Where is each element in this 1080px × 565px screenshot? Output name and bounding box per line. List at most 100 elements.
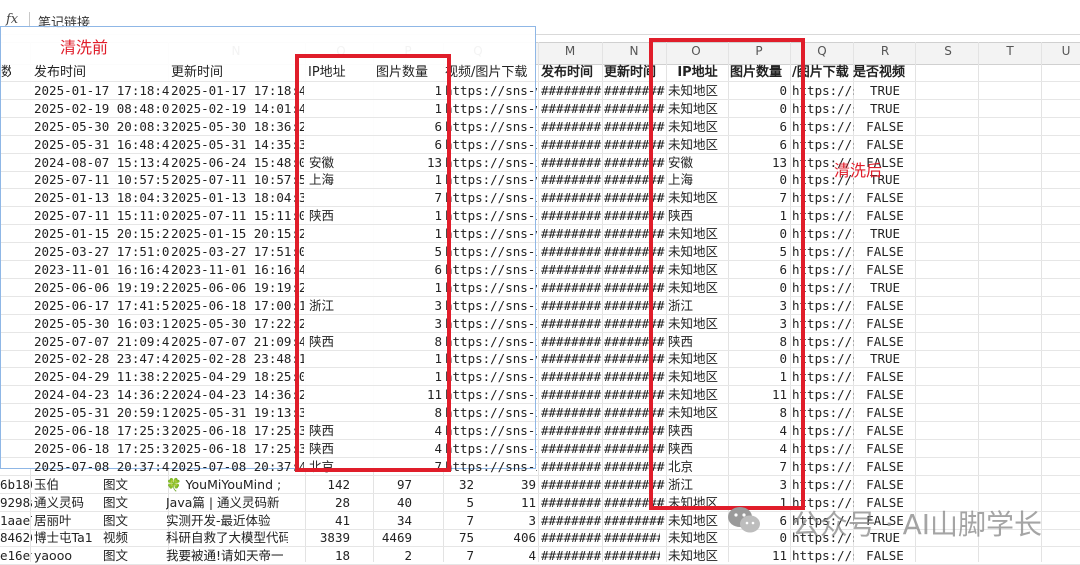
cell-comments[interactable]: 75: [414, 529, 474, 546]
cell-publish-time[interactable]: ########: [541, 368, 603, 385]
cell-publish-time[interactable]: ########: [541, 154, 603, 171]
cell-publish-time[interactable]: ########: [541, 494, 603, 511]
cell-user-id[interactable]: 1aae7b: [0, 512, 32, 529]
cell-comments[interactable]: 32: [414, 476, 474, 493]
cell-is-video[interactable]: TRUE: [855, 100, 915, 117]
cell-is-video[interactable]: FALSE: [855, 386, 915, 403]
cell-title[interactable]: 实测开发-最近体验: [166, 512, 288, 529]
cell-is-video[interactable]: TRUE: [855, 350, 915, 367]
table-row[interactable]: 8462600博士屯Ta1 视频科研自救了大模型代码3839446975406: [0, 528, 538, 548]
cell-collects[interactable]: 97: [352, 476, 412, 493]
cell-is-video[interactable]: FALSE: [855, 207, 915, 224]
cell-publish-time[interactable]: ########: [541, 350, 603, 367]
cell-publish-time[interactable]: ########: [541, 440, 603, 457]
cell-title[interactable]: Java篇 | 通义灵码新: [166, 494, 288, 511]
cell-publish-time[interactable]: ########: [541, 243, 603, 260]
cell-is-video[interactable]: FALSE: [855, 136, 915, 153]
before-publish-time: 2025-03-27 17:51:02: [34, 244, 170, 259]
cell-author[interactable]: 居丽叶: [34, 512, 98, 529]
cell-is-video[interactable]: TRUE: [855, 225, 915, 242]
cell-comments[interactable]: 5: [414, 494, 474, 511]
cell-is-video[interactable]: FALSE: [855, 315, 915, 332]
cell-user-id[interactable]: 9298aC: [0, 494, 32, 511]
cell-title[interactable]: 科研自救了大模型代码: [166, 529, 288, 546]
cell-publish-time[interactable]: ########: [541, 171, 603, 188]
cell-publish-time[interactable]: ########: [541, 82, 603, 99]
cell-publish-time[interactable]: ########: [541, 189, 603, 206]
cell-publish-time[interactable]: ########: [541, 422, 603, 439]
column-header[interactable]: U: [1056, 44, 1076, 58]
cell-is-video[interactable]: FALSE: [855, 476, 915, 493]
cell-shares[interactable]: 11: [476, 494, 536, 511]
cell-publish-time[interactable]: ########: [541, 136, 603, 153]
cell-is-video[interactable]: FALSE: [855, 261, 915, 278]
cell-publish-time[interactable]: ########: [541, 529, 603, 546]
column-header[interactable]: N: [624, 44, 644, 58]
cell-is-video[interactable]: FALSE: [855, 422, 915, 439]
cell-update-time[interactable]: ########: [604, 512, 660, 529]
cell-is-video[interactable]: FALSE: [855, 404, 915, 421]
cell-ip[interactable]: 未知地区: [668, 512, 728, 529]
cell-collects[interactable]: 34: [352, 512, 412, 529]
cell-likes[interactable]: 28: [290, 494, 350, 511]
cell-author[interactable]: 玉伯: [34, 476, 98, 493]
cell-is-video[interactable]: FALSE: [855, 458, 915, 475]
column-header[interactable]: R: [875, 44, 895, 58]
column-header[interactable]: S: [938, 44, 958, 58]
cell-is-video[interactable]: FALSE: [855, 368, 915, 385]
cell-publish-time[interactable]: ########: [541, 100, 603, 117]
cell-author[interactable]: 博士屯Ta1: [34, 529, 98, 546]
column-header[interactable]: T: [1000, 44, 1020, 58]
cell-ip[interactable]: 未知地区: [668, 529, 728, 546]
table-row[interactable]: 6b1800玉伯图文🍀 YouMiYouMind ;142973239: [0, 475, 538, 494]
cell-publish-time[interactable]: ########: [541, 512, 603, 529]
cell-update-time[interactable]: ########: [604, 529, 660, 546]
cell-shares[interactable]: 406: [476, 529, 536, 546]
column-header[interactable]: Q: [812, 44, 832, 58]
cell-collects[interactable]: 4469: [352, 529, 412, 546]
cell-user-id[interactable]: 6b1800: [0, 476, 32, 493]
cell-type[interactable]: 视频: [103, 529, 163, 546]
cell-likes[interactable]: 142: [290, 476, 350, 493]
cell-publish-time[interactable]: ########: [541, 207, 603, 224]
cell-publish-time[interactable]: ########: [541, 261, 603, 278]
cell-is-video[interactable]: FALSE: [855, 333, 915, 350]
cell-publish-time[interactable]: ########: [541, 333, 603, 350]
cell-title[interactable]: 🍀 YouMiYouMind ;: [166, 476, 288, 493]
cell-author[interactable]: 通义灵码: [34, 494, 98, 511]
cell-type[interactable]: 图文: [103, 512, 163, 529]
cell-is-video[interactable]: TRUE: [855, 82, 915, 99]
cell-publish-time[interactable]: ########: [541, 225, 603, 242]
cell-publish-time[interactable]: ########: [541, 404, 603, 421]
cell-type[interactable]: 图文: [103, 494, 163, 511]
column-header[interactable]: M: [560, 44, 580, 58]
cell-type[interactable]: 图文: [103, 476, 163, 493]
cell-is-video[interactable]: FALSE: [855, 189, 915, 206]
cell-publish-time[interactable]: ########: [541, 118, 603, 135]
table-row[interactable]: e16ef0yaooo图文我要被通!请如天帝一18274: [0, 546, 538, 565]
table-row[interactable]: 9298aC通义灵码图文Java篇 | 通义灵码新2840511: [0, 493, 538, 512]
cell-publish-time[interactable]: ########: [541, 297, 603, 314]
cell-likes[interactable]: 3839: [290, 529, 350, 546]
cell-comments[interactable]: 7: [414, 512, 474, 529]
cell-shares[interactable]: 39: [476, 476, 536, 493]
cell-is-video[interactable]: FALSE: [855, 297, 915, 314]
table-row[interactable]: 1aae7b居丽叶图文实测开发-最近体验413473: [0, 511, 538, 530]
cell-publish-time[interactable]: ########: [541, 315, 603, 332]
cell-is-video[interactable]: FALSE: [855, 118, 915, 135]
cell-shares[interactable]: 3: [476, 512, 536, 529]
cell-hash-suffix[interactable]: [657, 529, 666, 546]
cell-collects[interactable]: 40: [352, 494, 412, 511]
cell-likes[interactable]: 41: [290, 512, 350, 529]
cell-user-id[interactable]: 8462600: [0, 529, 32, 546]
cell-is-video[interactable]: TRUE: [855, 279, 915, 296]
cell-is-video[interactable]: FALSE: [855, 440, 915, 457]
cell-publish-time[interactable]: ########: [541, 458, 603, 475]
cell-is-video[interactable]: FALSE: [855, 243, 915, 260]
cell-publish-time[interactable]: ########: [541, 279, 603, 296]
before-download: https://sns-i: [445, 190, 537, 206]
fx-icon[interactable]: fx: [6, 12, 18, 27]
cell-hash-suffix[interactable]: #: [657, 512, 666, 529]
cell-publish-time[interactable]: ########: [541, 476, 603, 493]
cell-publish-time[interactable]: ########: [541, 386, 603, 403]
